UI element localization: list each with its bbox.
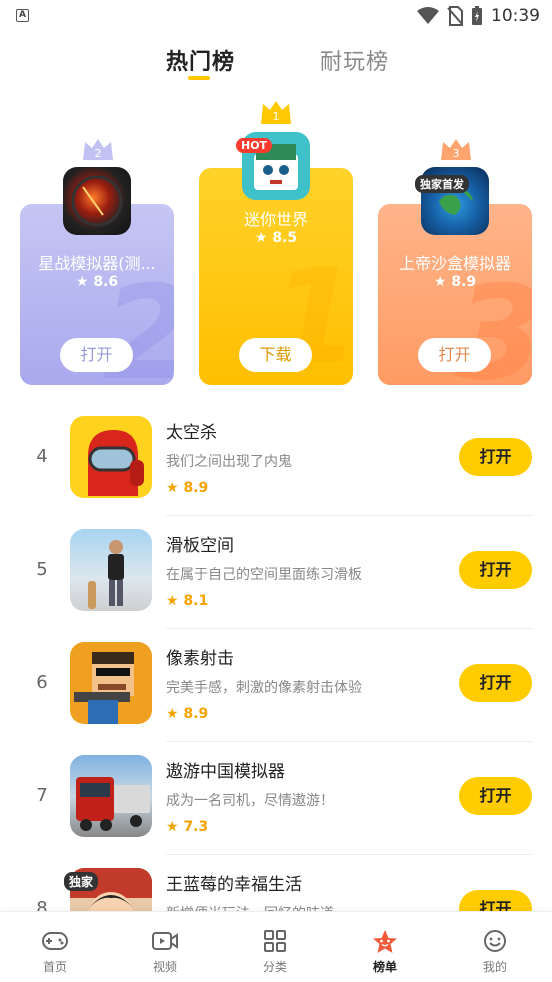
app-description: 我们之间出现了内鬼 xyxy=(166,454,292,470)
app-description: 完美手感，刺激的像素射击体验 xyxy=(166,680,362,696)
crown-gold-icon: 1 xyxy=(261,101,291,124)
download-button[interactable]: 下载 xyxy=(239,338,312,372)
podium-rank-2: 2 xyxy=(95,147,102,160)
nav-category[interactable]: 分类 xyxy=(220,912,330,982)
no-sim-icon xyxy=(447,6,463,26)
grid-icon xyxy=(264,930,286,952)
divider xyxy=(166,741,532,742)
app-icon-star-war-sim[interactable] xyxy=(63,167,131,235)
wifi-icon xyxy=(417,7,439,24)
rank-number: 4 xyxy=(36,446,48,467)
divider xyxy=(166,628,532,629)
app-title: 太空杀 xyxy=(166,423,217,443)
hot-badge: HOT xyxy=(236,138,273,153)
app-title: 像素射击 xyxy=(166,649,234,669)
list-item[interactable]: 4 太空杀 我们之间出现了内鬼 ★ 8.9 打开 xyxy=(0,404,552,516)
list-item[interactable]: 7 遨游中国模拟器 成为一名司机，尽情遨游！ ★ 7.3 打开 xyxy=(0,743,552,855)
bottom-navigation: 首页 视频 分类 榜单 我的 xyxy=(0,911,552,981)
app-title: 滑板空间 xyxy=(166,536,234,556)
open-button[interactable]: 打开 xyxy=(459,664,532,702)
app-icon-pixel-shooter[interactable] xyxy=(70,642,152,724)
podium-name-3: 上帝沙盒模拟器 xyxy=(398,254,511,273)
podium-name-2: 星战模拟器(测... xyxy=(38,254,156,273)
list-item[interactable]: 5 滑板空间 在属于自己的空间里面练习滑板 ★ 8.1 打开 xyxy=(0,517,552,629)
gamepad-icon xyxy=(42,932,68,950)
nav-label: 首页 xyxy=(42,960,67,974)
nav-ranking[interactable]: 榜单 xyxy=(330,912,440,982)
app-icon-china-truck-sim[interactable] xyxy=(70,755,152,837)
battery-charging-icon xyxy=(472,6,482,25)
ranking-tabs: 热门榜 耐玩榜 xyxy=(0,44,552,84)
video-icon xyxy=(152,932,178,950)
app-description: 在属于自己的空间里面练习滑板 xyxy=(166,567,362,583)
divider xyxy=(166,854,532,855)
nav-video[interactable]: 视频 xyxy=(110,912,220,982)
nav-mine[interactable]: 我的 xyxy=(440,912,550,982)
nav-label: 视频 xyxy=(152,960,177,974)
app-score: ★ 8.9 xyxy=(166,480,209,496)
open-button[interactable]: 打开 xyxy=(459,777,532,815)
nav-label: 我的 xyxy=(482,960,507,974)
exclusive-badge: 独家 xyxy=(64,872,99,891)
tab-hot[interactable]: 热门榜 xyxy=(166,44,235,76)
podium-score-1: ★ 8.5 xyxy=(254,230,298,246)
nav-label: 榜单 xyxy=(372,960,397,974)
rank-number: 5 xyxy=(36,559,48,580)
podium-name-1: 迷你世界 xyxy=(243,210,308,229)
podium-score-3: ★ 8.9 xyxy=(433,274,477,290)
status-bar: A 10:39 xyxy=(0,0,552,34)
podium-card-1[interactable]: 1 迷你世界 ★ 8.5 下载 xyxy=(199,168,353,385)
open-button[interactable]: 打开 xyxy=(459,438,532,476)
crown-bronze-icon: 3 xyxy=(441,139,471,160)
tab-indicator xyxy=(188,76,210,80)
list-item[interactable]: 6 像素射击 完美手感，刺激的像素射击体验 ★ 8.9 打开 xyxy=(0,630,552,742)
app-title: 王蓝莓的幸福生活 xyxy=(166,875,302,895)
open-button[interactable]: 打开 xyxy=(418,338,491,372)
smile-icon xyxy=(484,930,506,952)
tab-durable[interactable]: 耐玩榜 xyxy=(320,44,389,76)
open-button[interactable]: 打开 xyxy=(459,551,532,589)
rank-number: 7 xyxy=(36,785,48,806)
clock: 10:39 xyxy=(491,6,540,26)
app-score: ★ 7.3 xyxy=(166,819,209,835)
podium-score-2: ★ 8.6 xyxy=(75,274,119,290)
accessibility-icon: A xyxy=(16,9,29,22)
podium-rank-1: 1 xyxy=(273,110,280,123)
app-score: ★ 8.1 xyxy=(166,593,209,609)
podium-rank-3: 3 xyxy=(453,147,460,160)
star-rank-icon xyxy=(373,930,397,953)
open-button[interactable]: 打开 xyxy=(60,338,133,372)
app-icon-skate-space[interactable] xyxy=(70,529,152,611)
rank-number: 6 xyxy=(36,672,48,693)
app-description: 成为一名司机，尽情遨游！ xyxy=(166,793,334,809)
crown-silver-icon: 2 xyxy=(83,139,113,160)
exclusive-launch-badge: 独家首发 xyxy=(415,175,469,193)
nav-home[interactable]: 首页 xyxy=(0,912,110,982)
app-title: 遨游中国模拟器 xyxy=(166,762,285,782)
divider xyxy=(166,515,532,516)
nav-label: 分类 xyxy=(262,960,287,974)
app-icon-among-us[interactable] xyxy=(70,416,152,498)
app-score: ★ 8.9 xyxy=(166,706,209,722)
